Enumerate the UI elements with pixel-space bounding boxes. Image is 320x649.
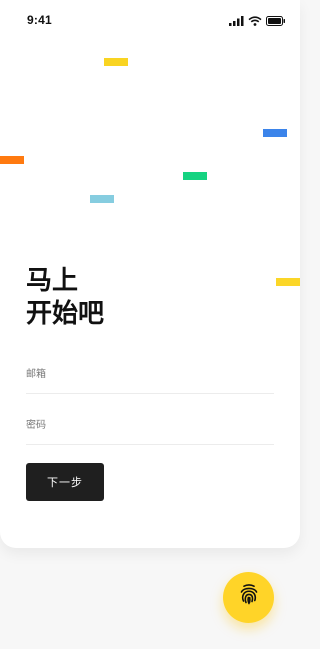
confetti-yellow-top [104,58,128,66]
title-line-2: 开始吧 [26,298,105,328]
email-label: 邮箱 [26,369,46,380]
email-input[interactable] [26,379,266,393]
confetti-green [183,172,207,180]
status-icons [229,13,286,31]
fingerprint-button[interactable] [223,572,274,623]
password-label: 密码 [26,420,46,431]
signin-card: 9:41 马上 开始吧 邮箱 密码 下一步 [0,0,300,548]
page-title: 马上 开始吧 [26,264,104,330]
battery-icon [266,13,286,31]
confetti-yellow-right [276,278,300,286]
password-field[interactable]: 密码 [26,412,274,445]
wifi-icon [248,13,262,31]
signal-icon [229,13,244,31]
fingerprint-icon [237,583,261,612]
next-button[interactable]: 下一步 [26,463,104,501]
confetti-blue [263,129,287,137]
password-input[interactable] [26,430,266,444]
email-field[interactable]: 邮箱 [26,361,274,394]
confetti-orange [0,156,24,164]
title-line-1: 马上 [26,265,79,295]
confetti-light-blue [90,195,114,203]
status-time: 9:41 [27,13,52,27]
